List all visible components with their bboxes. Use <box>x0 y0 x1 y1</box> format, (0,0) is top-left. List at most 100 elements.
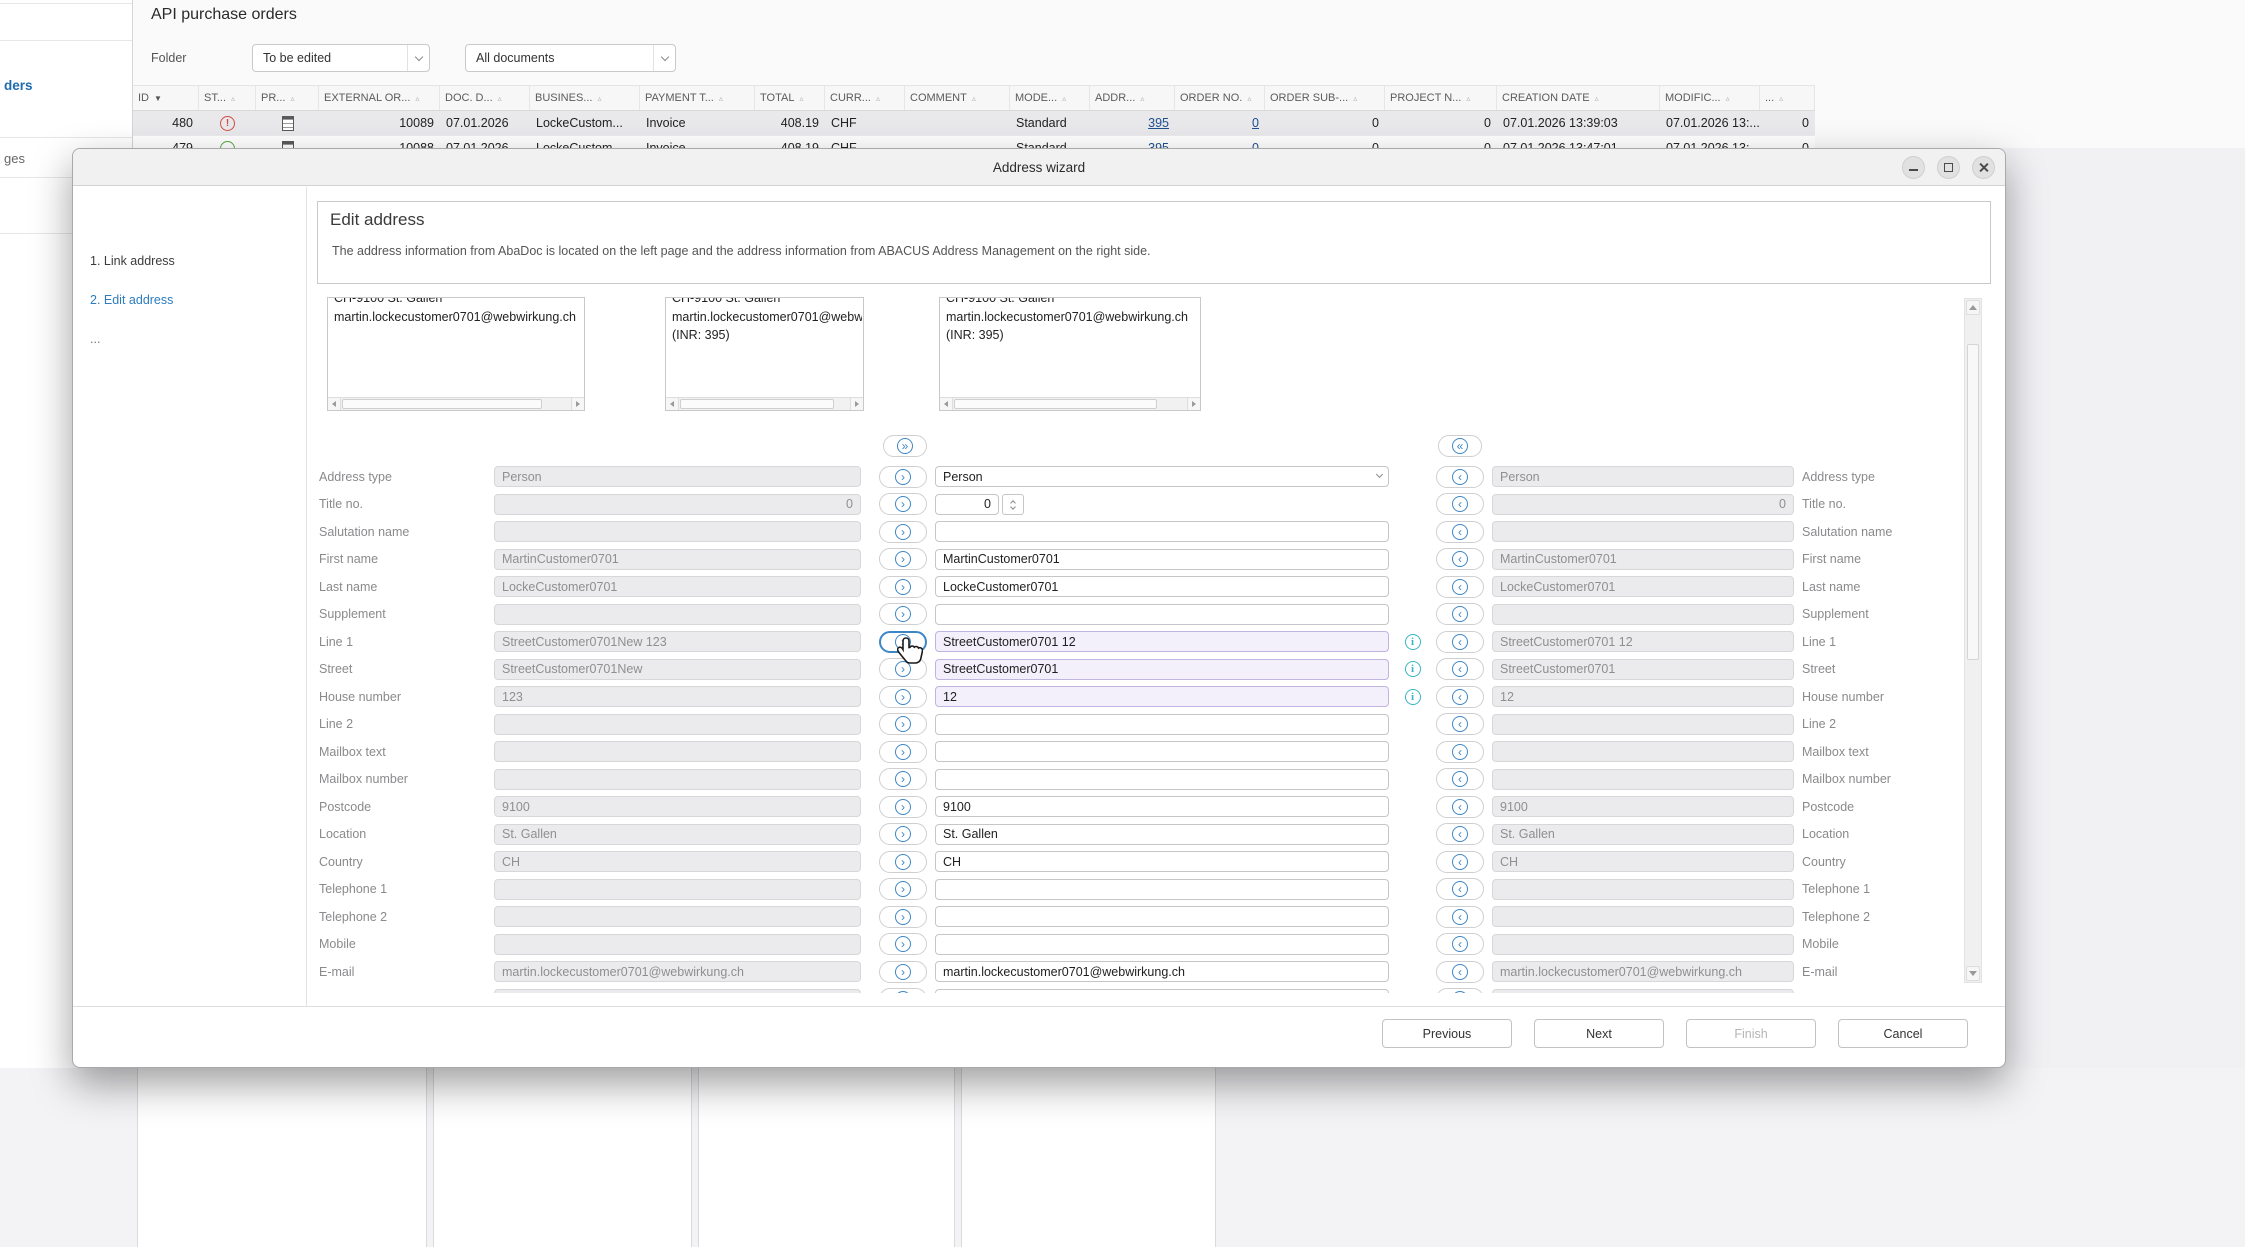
scrollbar-thumb[interactable] <box>342 399 542 409</box>
copy-left-button-house-number[interactable]: ‹ <box>1436 686 1484 708</box>
column-header-more[interactable]: ...▵ <box>1760 86 1815 110</box>
column-header-project-n[interactable]: PROJECT N...▵ <box>1385 86 1497 110</box>
field-middle-postcode[interactable]: 9100 <box>935 796 1389 817</box>
field-middle-title-no[interactable]: 0 <box>935 494 999 515</box>
column-header-creation-date[interactable]: CREATION DATE▵ <box>1497 86 1660 110</box>
scroll-up-button[interactable] <box>1966 300 1980 315</box>
copy-left-button-line-2[interactable]: ‹ <box>1436 713 1484 735</box>
copy-right-button-first-name[interactable]: › <box>879 548 927 570</box>
copy-right-button-telephone-2[interactable]: › <box>879 906 927 928</box>
copy-left-button-salutation-name[interactable]: ‹ <box>1436 521 1484 543</box>
close-button[interactable] <box>1972 156 1995 179</box>
column-header-external-or[interactable]: EXTERNAL OR...▵ <box>319 86 440 110</box>
scroll-right-button[interactable] <box>571 398 584 410</box>
wizard-step-2[interactable]: 2. Edit address <box>90 293 173 307</box>
copy-right-button-last-name[interactable]: › <box>879 576 927 598</box>
copy-left-button-address-type[interactable]: ‹ <box>1436 466 1484 488</box>
copy-right-button-street[interactable]: › <box>879 658 927 680</box>
field-middle-address-type[interactable]: Person <box>935 466 1389 487</box>
minimize-button[interactable] <box>1902 156 1925 179</box>
copy-all-left-button[interactable]: « <box>1438 435 1482 457</box>
copy-left-button-mobile[interactable]: ‹ <box>1436 933 1484 955</box>
field-middle-mailbox-number[interactable] <box>935 769 1389 790</box>
column-header-pr[interactable]: PR...▵ <box>256 86 319 110</box>
field-middle-line-2[interactable] <box>935 714 1389 735</box>
field-middle-mobile[interactable] <box>935 934 1389 955</box>
copy-right-button-postcode[interactable]: › <box>879 796 927 818</box>
copy-right-button-title-no[interactable]: › <box>879 493 927 515</box>
copy-left-button-partial[interactable]: ‹ <box>1436 988 1484 993</box>
cell-link-order-no[interactable]: 0 <box>1252 116 1259 130</box>
dialog-titlebar[interactable]: Address wizard <box>73 149 2005 186</box>
copy-right-button-supplement[interactable]: › <box>879 603 927 625</box>
field-middle-street[interactable]: StreetCustomer0701 <box>935 659 1389 680</box>
column-header-order-sub[interactable]: ORDER SUB-...▵ <box>1265 86 1385 110</box>
column-header-busines[interactable]: BUSINES...▵ <box>530 86 640 110</box>
copy-right-button-mailbox-text[interactable]: › <box>879 741 927 763</box>
copy-left-button-line-1[interactable]: ‹ <box>1436 631 1484 653</box>
column-header-order-no[interactable]: ORDER NO.▵ <box>1175 86 1265 110</box>
field-middle-location[interactable]: St. Gallen <box>935 824 1389 845</box>
next-button[interactable]: Next <box>1534 1019 1664 1048</box>
copy-right-button-salutation-name[interactable]: › <box>879 521 927 543</box>
copy-all-right-button[interactable]: » <box>883 435 927 457</box>
address-preview-panel[interactable]: CH-9100 St. Gallenmartin.lockecustomer07… <box>939 297 1201 411</box>
scroll-left-button[interactable] <box>666 398 679 410</box>
field-middle-house-number[interactable]: 12 <box>935 686 1389 707</box>
copy-right-button-telephone-1[interactable]: › <box>879 878 927 900</box>
scroll-right-button[interactable] <box>1187 398 1200 410</box>
info-icon[interactable]: i <box>1405 661 1421 677</box>
scroll-left-button[interactable] <box>940 398 953 410</box>
column-header-st[interactable]: ST...▵ <box>199 86 256 110</box>
copy-left-button-mailbox-text[interactable]: ‹ <box>1436 741 1484 763</box>
column-header-payment-t[interactable]: PAYMENT T...▵ <box>640 86 755 110</box>
scroll-down-button[interactable] <box>1966 966 1980 981</box>
field-middle-telephone-2[interactable] <box>935 906 1389 927</box>
copy-left-button-postcode[interactable]: ‹ <box>1436 796 1484 818</box>
wizard-step-3[interactable]: ... <box>90 332 100 346</box>
copy-right-button-country[interactable]: › <box>879 851 927 873</box>
horizontal-scrollbar[interactable] <box>940 397 1200 410</box>
copy-left-button-first-name[interactable]: ‹ <box>1436 548 1484 570</box>
info-icon[interactable]: i <box>1405 634 1421 650</box>
address-preview-panel[interactable]: CH-9100 St. Gallenmartin.lockecustomer07… <box>665 297 864 411</box>
horizontal-scrollbar[interactable] <box>328 397 584 410</box>
horizontal-scrollbar[interactable] <box>666 397 863 410</box>
cancel-button[interactable]: Cancel <box>1838 1019 1968 1048</box>
column-header-total[interactable]: TOTAL▵ <box>755 86 825 110</box>
copy-left-button-title-no[interactable]: ‹ <box>1436 493 1484 515</box>
column-header-doc-d[interactable]: DOC. D...▵ <box>440 86 530 110</box>
field-middle-salutation-name[interactable] <box>935 521 1389 542</box>
copy-left-button-e-mail[interactable]: ‹ <box>1436 961 1484 983</box>
field-middle-e-mail[interactable]: martin.lockecustomer0701@webwirkung.ch <box>935 961 1389 982</box>
previous-button[interactable]: Previous <box>1382 1019 1512 1048</box>
documents-select[interactable]: All documents <box>465 44 676 72</box>
copy-right-button-line-1[interactable]: › <box>879 631 927 653</box>
column-header-mode[interactable]: MODE...▵ <box>1010 86 1090 110</box>
field-middle-last-name[interactable]: LockeCustomer0701 <box>935 576 1389 597</box>
column-header-addr[interactable]: ADDR...▵ <box>1090 86 1175 110</box>
column-header-curr[interactable]: CURR...▵ <box>825 86 905 110</box>
field-middle-mailbox-text[interactable] <box>935 741 1389 762</box>
table-row[interactable]: 480!1008907.01.2026LockeCustom...Invoice… <box>133 111 1815 136</box>
copy-right-button-line-2[interactable]: › <box>879 713 927 735</box>
field-middle-line-1[interactable]: StreetCustomer0701 12 <box>935 631 1389 652</box>
vertical-scrollbar[interactable] <box>1964 298 1982 983</box>
sidebar-item-ges[interactable]: ges <box>4 151 25 166</box>
field-middle-partial[interactable] <box>935 989 1389 993</box>
copy-right-button-location[interactable]: › <box>879 823 927 845</box>
copy-right-button-house-number[interactable]: › <box>879 686 927 708</box>
copy-right-button-mobile[interactable]: › <box>879 933 927 955</box>
copy-right-button-address-type[interactable]: › <box>879 466 927 488</box>
column-header-comment[interactable]: COMMENT▵ <box>905 86 1010 110</box>
scroll-right-button[interactable] <box>850 398 863 410</box>
copy-right-button-e-mail[interactable]: › <box>879 961 927 983</box>
copy-left-button-telephone-2[interactable]: ‹ <box>1436 906 1484 928</box>
copy-left-button-location[interactable]: ‹ <box>1436 823 1484 845</box>
copy-right-button-partial[interactable]: › <box>879 988 927 993</box>
wizard-step-1[interactable]: 1. Link address <box>90 254 175 268</box>
scrollbar-thumb[interactable] <box>1967 344 1979 660</box>
folder-select[interactable]: To be edited <box>252 44 430 72</box>
field-middle-first-name[interactable]: MartinCustomer0701 <box>935 549 1389 570</box>
copy-left-button-last-name[interactable]: ‹ <box>1436 576 1484 598</box>
